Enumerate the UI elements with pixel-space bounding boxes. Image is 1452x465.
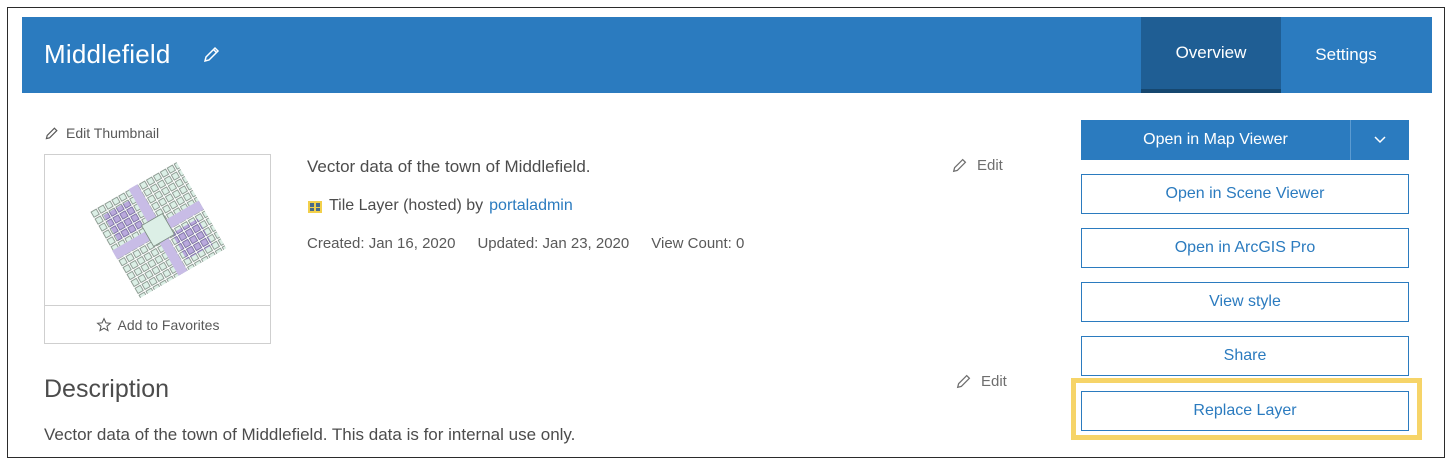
item-type-label: Tile Layer (hosted) by — [329, 197, 484, 214]
owner-link[interactable]: portaladmin — [489, 197, 573, 215]
pencil-icon — [956, 374, 971, 389]
edit-summary-label: Edit — [977, 156, 1003, 174]
add-to-favorites-button[interactable]: Add to Favorites — [45, 306, 270, 343]
pencil-icon — [45, 127, 58, 140]
pencil-icon[interactable] — [202, 44, 222, 64]
map-viewer-dropdown-toggle[interactable] — [1350, 120, 1409, 160]
item-metadata: Created: Jan 16, 2020 Updated: Jan 23, 2… — [307, 235, 744, 252]
tile-layer-icon — [308, 201, 322, 213]
page-title: Middlefield — [44, 39, 171, 69]
share-button[interactable]: Share — [1081, 336, 1409, 376]
thumbnail-image — [45, 155, 270, 306]
tab-overview[interactable]: Overview — [1141, 17, 1281, 93]
edit-thumbnail-label: Edit Thumbnail — [66, 125, 160, 141]
item-details-page: Middlefield Overview Settings Edit Thumb… — [7, 7, 1445, 458]
add-to-favorites-label: Add to Favorites — [117, 316, 220, 333]
item-header: Middlefield Overview Settings — [22, 17, 1432, 93]
open-in-scene-viewer-button[interactable]: Open in Scene Viewer — [1081, 174, 1409, 214]
replace-layer-button[interactable]: Replace Layer — [1081, 391, 1409, 431]
edit-description-label: Edit — [981, 372, 1007, 390]
description-text: Vector data of the town of Middlefield. … — [44, 425, 576, 444]
edit-description-button[interactable]: Edit — [955, 372, 1007, 390]
star-icon — [95, 316, 112, 332]
open-in-map-viewer-button[interactable]: Open in Map Viewer — [1081, 120, 1409, 160]
created-date: Created: Jan 16, 2020 — [307, 235, 456, 252]
view-count: View Count: 0 — [651, 235, 745, 252]
edit-summary-button[interactable]: Edit — [951, 156, 1003, 174]
item-summary: Vector data of the town of Middlefield. — [307, 157, 591, 176]
thumbnail-card: Add to Favorites — [44, 154, 271, 344]
map-thumbnail-icon — [89, 161, 226, 299]
open-in-arcgis-pro-button[interactable]: Open in ArcGIS Pro — [1081, 228, 1409, 268]
pencil-icon — [952, 158, 967, 173]
open-in-map-viewer-label[interactable]: Open in Map Viewer — [1081, 120, 1350, 160]
tab-settings[interactable]: Settings — [1281, 17, 1411, 93]
edit-thumbnail-link[interactable]: Edit Thumbnail — [44, 125, 159, 141]
item-type-line: Tile Layer (hosted) by portaladmin — [307, 197, 573, 215]
description-heading: Description — [44, 375, 170, 403]
updated-date: Updated: Jan 23, 2020 — [477, 235, 630, 252]
chevron-down-icon — [1374, 136, 1386, 144]
view-style-button[interactable]: View style — [1081, 282, 1409, 322]
